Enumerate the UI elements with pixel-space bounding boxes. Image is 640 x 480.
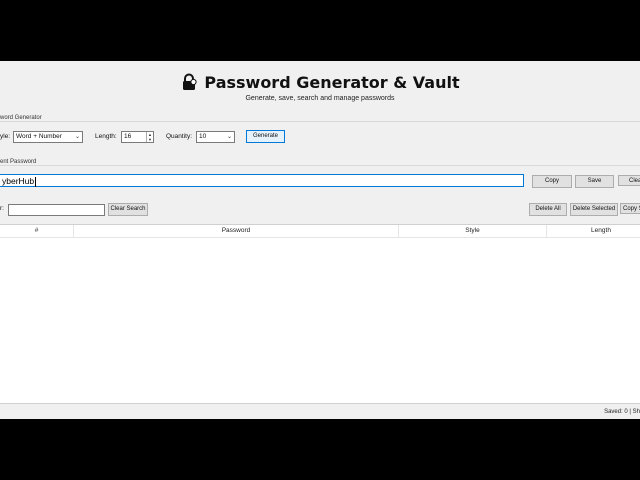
quantity-select[interactable]: 10 ⌄	[196, 131, 235, 143]
clear-button[interactable]: Clea	[618, 175, 640, 186]
generator-group-label: word Generator	[0, 115, 44, 121]
status-text: Saved: 0 | Sh	[604, 409, 640, 415]
column-header-style[interactable]: Style	[399, 225, 547, 237]
password-value: yberHub	[2, 176, 35, 186]
text-caret	[35, 176, 37, 187]
app-window: Password Generator & Vault Generate, sav…	[0, 61, 640, 419]
generator-group-border	[0, 121, 640, 122]
style-label: yle:	[0, 133, 11, 140]
generate-button[interactable]: Generate	[246, 130, 285, 143]
length-label: Length:	[95, 133, 117, 140]
password-table[interactable]: # Password Style Length	[0, 224, 640, 403]
chevron-down-icon: ⌄	[74, 134, 80, 140]
style-select-value: Word + Number	[16, 133, 62, 140]
password-field[interactable]: yberHub	[0, 174, 524, 187]
status-bar: Saved: 0 | Sh	[0, 403, 640, 419]
current-group-border	[0, 165, 640, 166]
spin-arrows-icon[interactable]: ▲ ▼	[146, 132, 153, 142]
delete-selected-button[interactable]: Delete Selected	[570, 203, 618, 216]
page-title: Password Generator & Vault	[204, 72, 460, 92]
column-header-number[interactable]: #	[0, 225, 74, 237]
header: Password Generator & Vault	[0, 71, 640, 93]
save-button[interactable]: Save	[575, 175, 614, 188]
copy-button[interactable]: Copy	[532, 175, 572, 188]
search-label: r:	[0, 205, 4, 212]
length-value: 16	[124, 133, 132, 140]
clear-search-button[interactable]: Clear Search	[108, 203, 148, 216]
search-input[interactable]	[8, 204, 105, 216]
column-header-length[interactable]: Length	[547, 225, 640, 237]
column-header-password[interactable]: Password	[74, 225, 399, 237]
style-select[interactable]: Word + Number ⌄	[13, 131, 83, 143]
quantity-label: Quantity:	[166, 133, 193, 140]
copy-selected-button[interactable]: Copy S	[620, 203, 640, 214]
quantity-select-value: 10	[199, 133, 207, 140]
lock-icon	[180, 73, 198, 91]
delete-all-button[interactable]: Delete All	[529, 203, 567, 216]
table-header: # Password Style Length	[0, 225, 640, 238]
chevron-down-icon: ⌄	[226, 134, 232, 140]
page-subtitle: Generate, save, search and manage passwo…	[245, 95, 395, 102]
length-spinbox[interactable]: 16 ▲ ▼	[121, 131, 154, 143]
current-group-label: ent Password	[0, 159, 39, 165]
